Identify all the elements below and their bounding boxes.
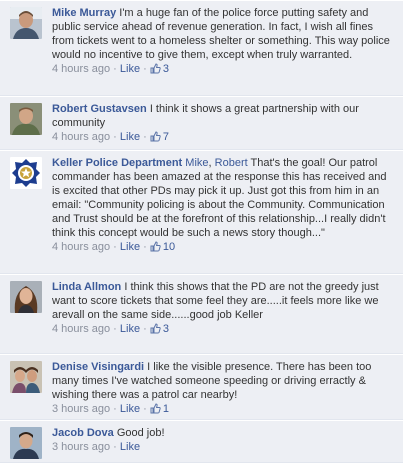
comment-text: Good job!	[116, 427, 165, 439]
like-count[interactable]: 1	[150, 403, 169, 415]
comment-body: Mike Murray I'm a huge fan of the police…	[52, 6, 397, 79]
avatar[interactable]	[10, 7, 42, 39]
comment-author[interactable]: Denise Visingardi	[52, 361, 144, 373]
user-photo-icon	[10, 427, 42, 459]
comment-author[interactable]: Keller Police Department	[52, 157, 182, 169]
user-photo-icon	[10, 103, 42, 135]
comment-meta: 4 hours ago · Like · 7	[52, 130, 397, 147]
comment-author[interactable]: Linda Allmon	[52, 281, 121, 293]
comment-item: Mike Murray I'm a huge fan of the police…	[0, 0, 403, 96]
user-photo-icon	[10, 281, 42, 313]
comment-body: Robert Gustavsen I think it shows a grea…	[52, 102, 397, 147]
avatar[interactable]	[10, 281, 42, 313]
comment-author[interactable]: Jacob Dova	[52, 427, 114, 439]
like-link[interactable]: Like	[120, 241, 140, 253]
comment-time[interactable]: 4 hours ago	[52, 63, 110, 75]
thumbs-up-icon	[150, 63, 161, 79]
like-link[interactable]: Like	[120, 403, 140, 415]
comment-item: Linda Allmon I think this shows that the…	[0, 274, 403, 354]
thumbs-up-icon	[150, 131, 161, 147]
comment-body: Denise Visingardi I like the visible pre…	[52, 360, 397, 419]
thumbs-up-icon	[150, 241, 161, 257]
like-count[interactable]: 7	[150, 131, 169, 143]
comment-feed: Mike Murray I'm a huge fan of the police…	[0, 0, 403, 463]
like-count[interactable]: 3	[150, 63, 169, 75]
comment-text: That's the goal! Our patrol commander ha…	[52, 157, 387, 239]
comment-item: Keller Police Department Mike, Robert Th…	[0, 150, 403, 274]
user-photo-icon	[10, 361, 42, 393]
comment-time[interactable]: 3 hours ago	[52, 403, 110, 415]
comment-time[interactable]: 3 hours ago	[52, 441, 110, 453]
comment-time[interactable]: 4 hours ago	[52, 323, 110, 335]
comment-author[interactable]: Mike Murray	[52, 7, 116, 19]
comment-item: Robert Gustavsen I think it shows a grea…	[0, 96, 403, 150]
avatar[interactable]	[10, 361, 42, 393]
like-count[interactable]: 10	[150, 241, 175, 253]
comment-item: Jacob Dova Good job! 3 hours ago · Like	[0, 420, 403, 463]
comment-time[interactable]: 4 hours ago	[52, 131, 110, 143]
like-link[interactable]: Like	[120, 323, 140, 335]
police-badge-icon	[10, 157, 42, 189]
avatar[interactable]	[10, 427, 42, 459]
like-link[interactable]: Like	[120, 63, 140, 75]
like-link[interactable]: Like	[120, 131, 140, 143]
comment-author[interactable]: Robert Gustavsen	[52, 103, 147, 115]
thumbs-up-icon	[150, 403, 161, 419]
comment-meta: 3 hours ago · Like	[52, 441, 141, 453]
comment-body: Keller Police Department Mike, Robert Th…	[52, 156, 397, 257]
user-photo-icon	[10, 7, 42, 39]
comment-meta: 4 hours ago · Like · 3	[52, 62, 397, 79]
like-count[interactable]: 3	[150, 323, 169, 335]
comment-meta: 4 hours ago · Like · 10	[52, 240, 397, 257]
comment-body: Linda Allmon I think this shows that the…	[52, 280, 397, 339]
mention-link[interactable]: Mike	[185, 157, 208, 169]
mention-link[interactable]: Robert	[215, 157, 248, 169]
comment-meta: 3 hours ago · Like · 1	[52, 402, 397, 419]
avatar[interactable]	[10, 157, 42, 189]
comment-meta: 4 hours ago · Like · 3	[52, 322, 397, 339]
comment-time[interactable]: 4 hours ago	[52, 241, 110, 253]
comment-body: Jacob Dova Good job! 3 hours ago · Like	[52, 426, 397, 455]
like-link[interactable]: Like	[120, 441, 140, 453]
thumbs-up-icon	[150, 323, 161, 339]
avatar[interactable]	[10, 103, 42, 135]
comment-item: Denise Visingardi I like the visible pre…	[0, 354, 403, 420]
